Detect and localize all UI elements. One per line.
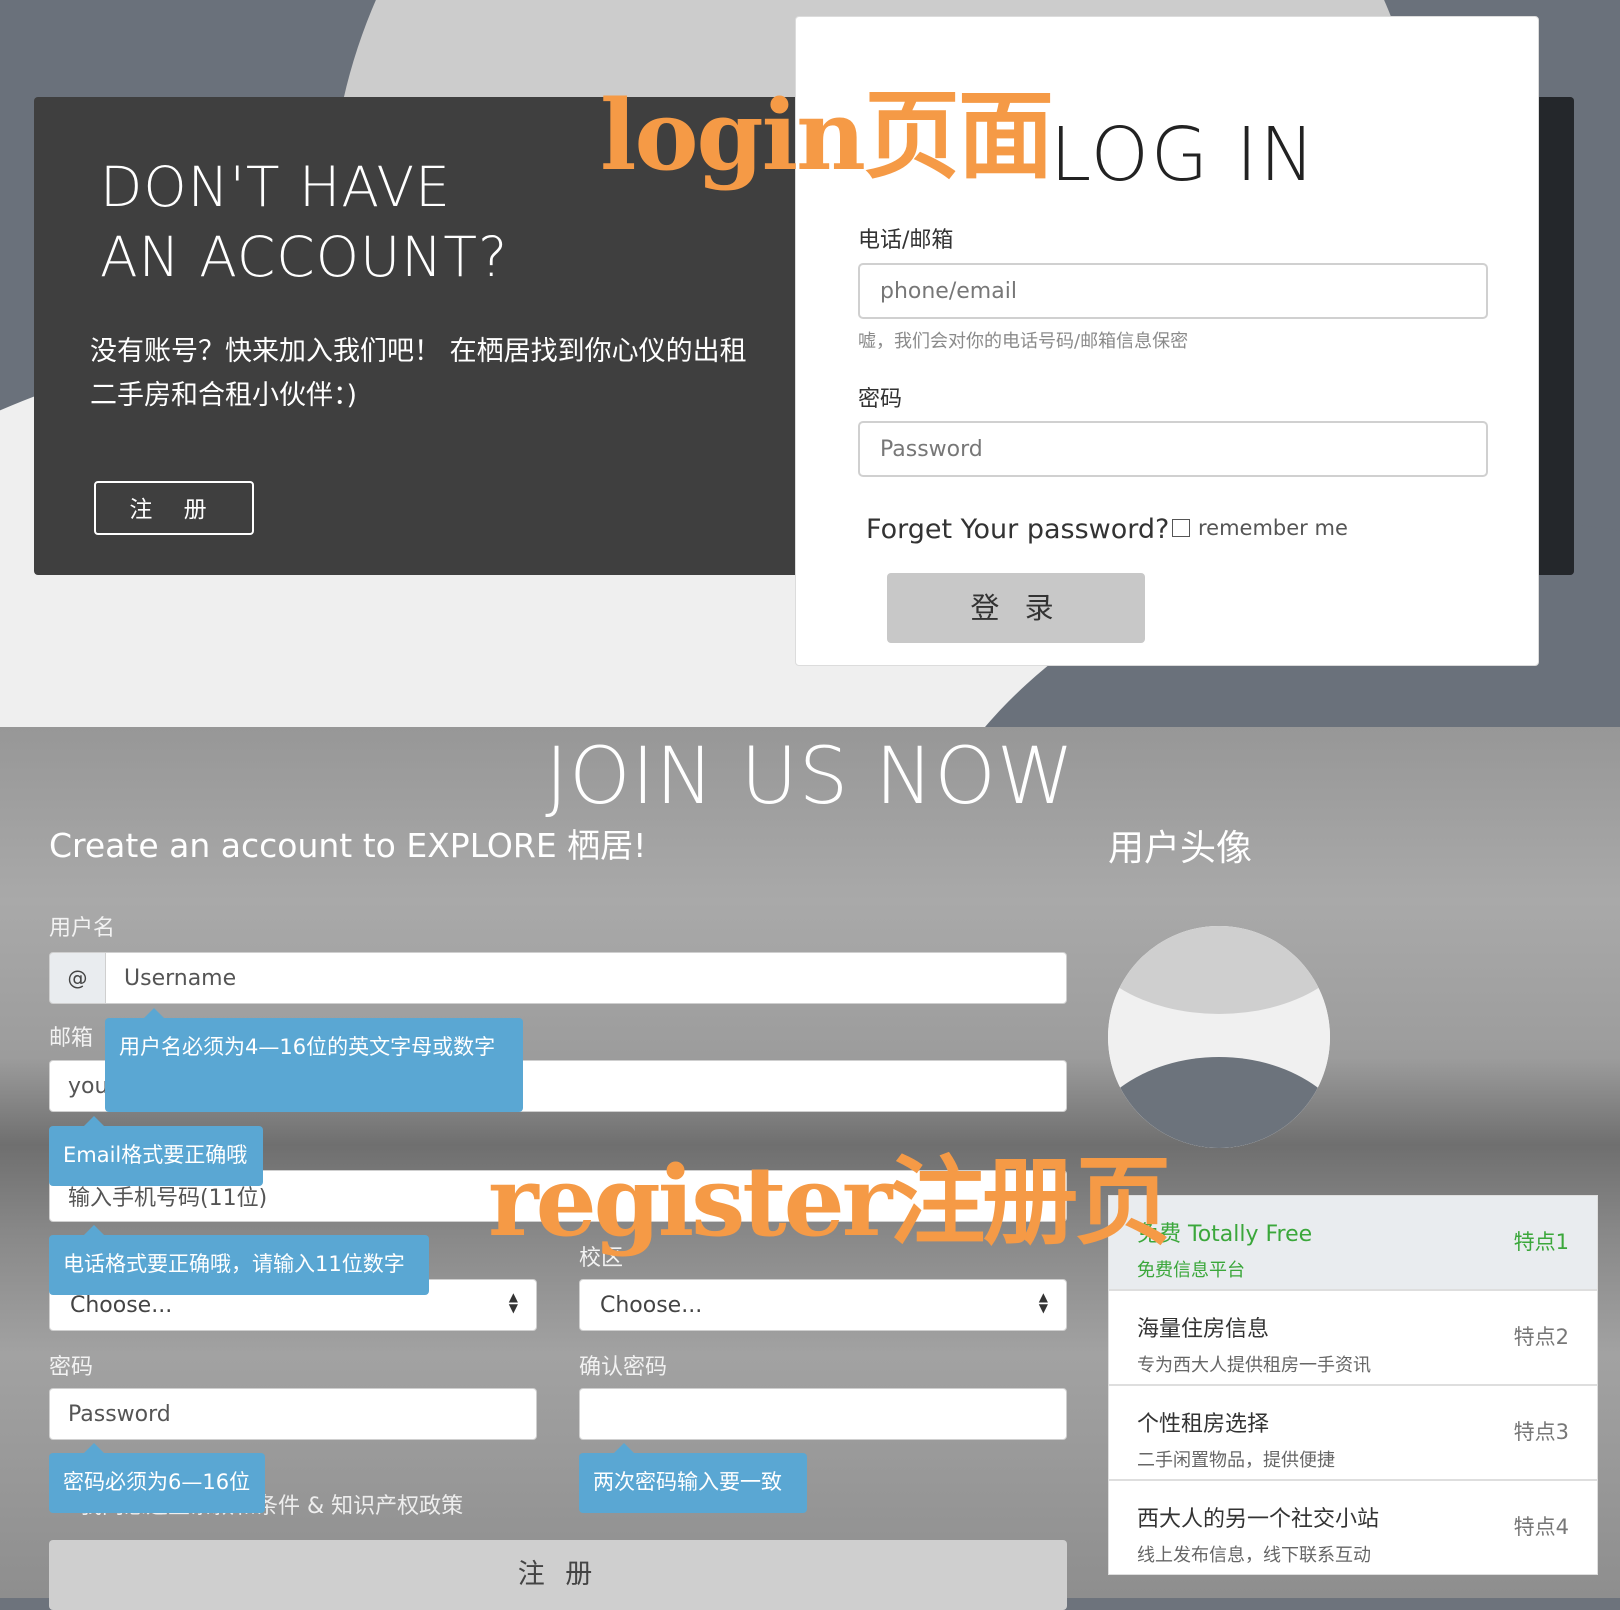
feature-item[interactable]: 免费 Totally Free 免费信息平台 特点1 [1108,1195,1598,1290]
login-overlay-label: login页面 [600,79,1054,192]
avatar-placeholder-icon [1108,926,1330,1148]
register-title: JOIN US NOW [545,732,1075,822]
password-input[interactable]: Password [858,421,1488,477]
feature-tag: 特点3 [1513,1420,1569,1444]
campus-select-value: Choose... [600,1292,703,1318]
select-arrows-icon: ▲ ▼ [1038,1290,1048,1315]
remember-checkbox[interactable] [1172,519,1190,537]
feature-subtitle: 专为西大人提供租房一手资讯 [1137,1355,1371,1376]
username-tooltip: 用户名必须为4—16位的英文字母或数字 [105,1018,523,1112]
feature-title: 个性租房选择 [1137,1412,1270,1437]
email-label: 邮箱 [49,1026,94,1051]
feature-item[interactable]: 西大人的另一个社交小站 线上发布信息，线下联系互动 特点4 [1108,1480,1598,1575]
register-password-input[interactable]: Password [49,1388,537,1440]
phone-email-help: 嘘，我们会对你的电话号码/邮箱信息保密 [858,331,1189,352]
login-title: LOG IN [1050,112,1317,198]
feature-subtitle: 二手闲置物品，提供便捷 [1137,1450,1335,1471]
feature-title: 海量住房信息 [1137,1317,1270,1342]
password-tooltip-arrow [84,1443,104,1453]
feature-tag: 特点4 [1513,1515,1569,1539]
feature-item[interactable]: 个性租房选择 二手闲置物品，提供便捷 特点3 [1108,1385,1598,1480]
promo-description: 没有账号？快来加入我们吧！ 在栖居找到你心仪的出租二手房和合租小伙伴：) [90,336,747,411]
feature-tag: 特点2 [1513,1325,1569,1349]
feature-tag: 特点1 [1513,1230,1569,1254]
register-submit-button[interactable]: 注 册 [49,1540,1067,1610]
promo-title-line2: AN ACCOUNT? [100,225,509,289]
feature-list: 免费 Totally Free 免费信息平台 特点1 海量住房信息 专为西大人提… [1108,1195,1598,1575]
feature-subtitle: 线上发布信息，线下联系互动 [1137,1545,1371,1566]
username-input[interactable]: Username [105,952,1067,1004]
feature-subtitle: 免费信息平台 [1137,1260,1245,1281]
avatar-image[interactable] [1108,926,1330,1148]
campus-select[interactable]: Choose... ▲ ▼ [579,1279,1067,1331]
register-password-label: 密码 [49,1355,94,1380]
feature-item[interactable]: 海量住房信息 专为西大人提供租房一手资讯 特点2 [1108,1290,1598,1385]
avatar-title: 用户头像 [1108,828,1253,869]
phone-email-label: 电话/邮箱 [858,228,954,253]
promo-register-button[interactable]: 注 册 [94,481,254,535]
feature-title: 免费 Totally Free [1137,1222,1313,1247]
feature-title: 西大人的另一个社交小站 [1137,1507,1380,1532]
phone-email-input[interactable]: phone/email [858,263,1488,319]
phone-tooltip: 电话格式要正确哦，请输入11位数字 [49,1235,429,1295]
email-tooltip-arrow [84,1116,104,1126]
forgot-password-link[interactable]: Forget Your password? [866,514,1169,545]
register-overlay-label: register注册页 [488,1145,1171,1258]
phone-tooltip-arrow [84,1225,104,1235]
login-button[interactable]: 登 录 [887,573,1145,643]
remember-me[interactable]: remember me [1172,516,1348,540]
register-subtitle: Create an account to EXPLORE 栖居! [49,826,647,865]
confirm-tooltip: 两次密码输入要一致 [579,1453,807,1513]
confirm-password-input[interactable] [579,1388,1067,1440]
select-arrows-icon: ▲ ▼ [508,1290,518,1315]
remember-label: remember me [1198,516,1348,540]
username-at-addon: @ [49,952,106,1004]
password-tooltip: 密码必须为6—16位 [49,1453,265,1513]
gender-select-value: Choose... [70,1292,173,1318]
confirm-password-label: 确认密码 [579,1355,668,1380]
username-label: 用户名 [49,916,116,941]
password-label: 密码 [858,387,903,412]
username-tooltip-arrow [144,1008,164,1018]
confirm-tooltip-arrow [614,1443,634,1453]
promo-title: DON'T HAVE AN ACCOUNT? [100,152,508,292]
email-tooltip: Email格式要正确哦 [49,1126,263,1186]
promo-title-line1: DON'T HAVE [100,155,451,219]
